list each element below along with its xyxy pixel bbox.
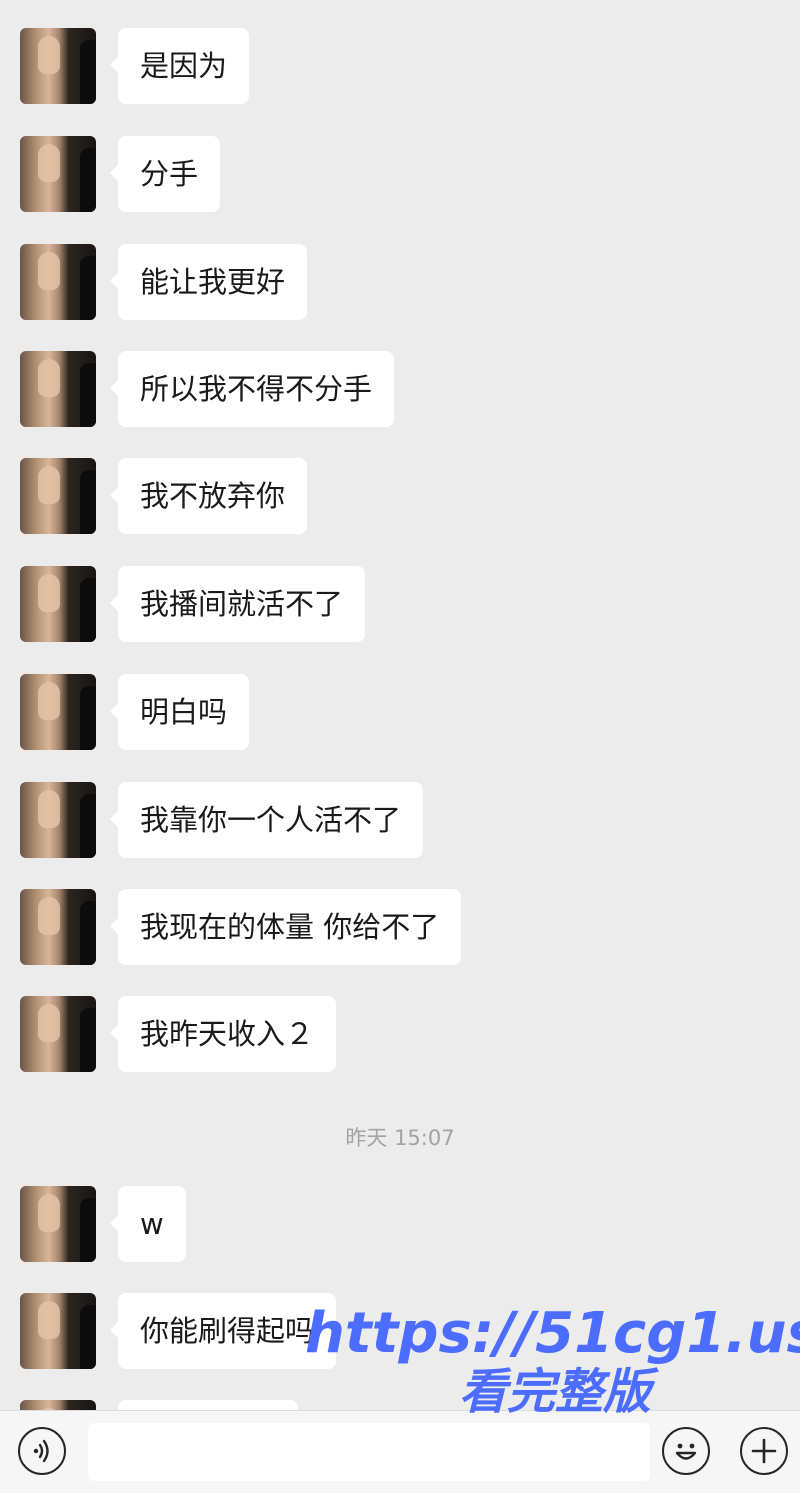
- message-row: w: [0, 1186, 800, 1266]
- message-bubble[interactable]: [118, 1400, 298, 1410]
- watermark-overlay: https://51cg1.us 看完整版: [305, 1301, 800, 1420]
- watermark-caption: 看完整版: [458, 1364, 651, 1420]
- message-row: 我播间就活不了: [0, 566, 800, 646]
- emoji-icon[interactable]: [662, 1427, 710, 1475]
- chat-area[interactable]: 是因为 分手 能让我更好 所以我不得不分手 我不放弃你 我播间就活不了 明白吗 …: [0, 0, 800, 1410]
- timestamp: 昨天 15:07: [345, 1126, 455, 1150]
- contact-avatar[interactable]: [20, 566, 96, 642]
- message-bubble[interactable]: 是因为: [109, 28, 250, 104]
- message-row: 明白吗: [0, 674, 800, 754]
- contact-avatar[interactable]: [20, 458, 96, 534]
- message-bubble[interactable]: 你能刷得起吗: [109, 1293, 337, 1369]
- message-bubble[interactable]: w: [110, 1186, 186, 1262]
- message-bubble[interactable]: 所以我不得不分手: [109, 351, 395, 427]
- message-bubble[interactable]: 我现在的体量 你给不了: [109, 889, 462, 965]
- contact-avatar[interactable]: [20, 889, 96, 965]
- message-row: 分手: [0, 136, 800, 216]
- message-row: 是因为: [0, 28, 800, 108]
- contact-avatar[interactable]: [20, 782, 96, 858]
- watermark-url: https://51cg1.us: [305, 1301, 800, 1366]
- contact-avatar[interactable]: [20, 996, 96, 1072]
- contact-avatar[interactable]: [20, 136, 96, 212]
- message-bubble[interactable]: 我昨天收入２: [109, 996, 337, 1072]
- voice-icon[interactable]: [18, 1427, 66, 1475]
- message-row: 我昨天收入２: [0, 996, 800, 1076]
- contact-avatar[interactable]: [20, 1293, 96, 1369]
- contact-avatar[interactable]: [20, 351, 96, 427]
- contact-avatar[interactable]: [20, 1186, 96, 1262]
- contact-avatar[interactable]: [20, 674, 96, 750]
- message-row: 我靠你一个人活不了: [0, 782, 800, 862]
- contact-avatar[interactable]: [20, 28, 96, 104]
- contact-avatar[interactable]: [20, 244, 96, 320]
- message-row: 我不放弃你: [0, 458, 800, 538]
- message-row: 能让我更好: [0, 244, 800, 324]
- message-row: 我现在的体量 你给不了: [0, 889, 800, 969]
- message-bubble[interactable]: 能让我更好: [109, 244, 308, 320]
- message-bubble[interactable]: 明白吗: [109, 674, 250, 750]
- message-bubble[interactable]: 我靠你一个人活不了: [109, 782, 424, 858]
- message-bubble[interactable]: 分手: [109, 136, 221, 212]
- message-bubble[interactable]: 我播间就活不了: [109, 566, 366, 642]
- input-bar: [0, 1410, 800, 1493]
- plus-icon[interactable]: [740, 1427, 788, 1475]
- message-row: 所以我不得不分手: [0, 351, 800, 431]
- contact-avatar[interactable]: [20, 1400, 96, 1410]
- message-input[interactable]: [88, 1423, 650, 1481]
- message-bubble[interactable]: 我不放弃你: [109, 458, 308, 534]
